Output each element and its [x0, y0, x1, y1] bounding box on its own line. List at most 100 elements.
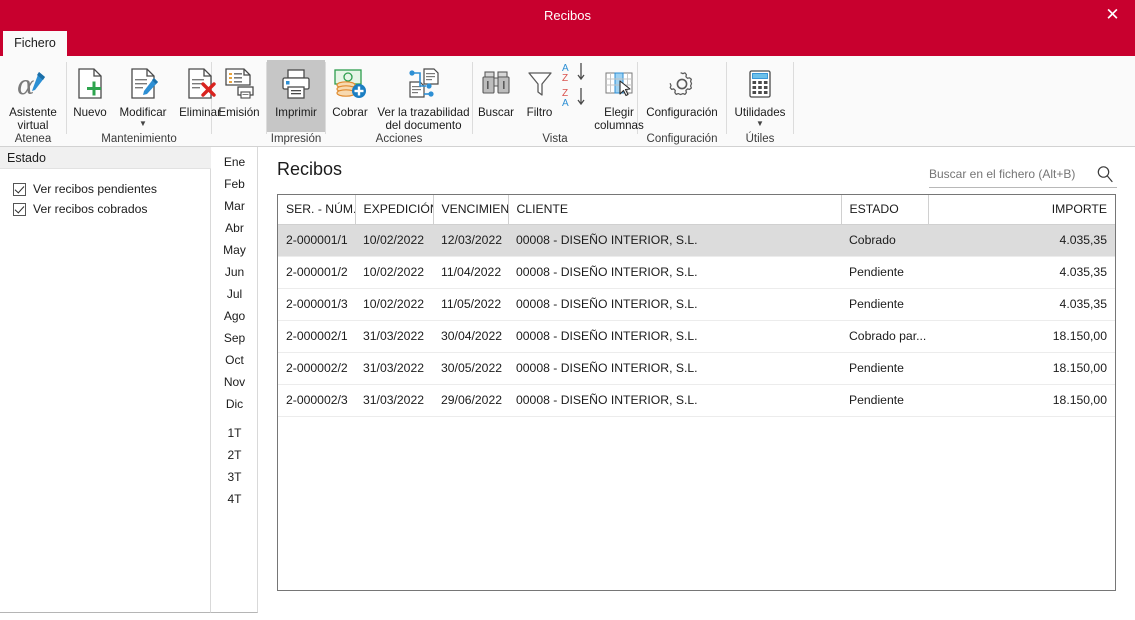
ribbon-group-mantenimiento: Nuevo Modificar ▼ Eliminar Mantenimiento	[67, 56, 221, 147]
period-item-may[interactable]: May	[211, 242, 258, 258]
main-content: Recibos SER. - NÚM. EXPEDICIÓN	[258, 147, 1135, 620]
ribbon-group-label: Atenea	[14, 133, 52, 145]
gear-icon	[665, 64, 699, 104]
cell-importe: 18.150,00	[928, 352, 1115, 385]
receipts-grid[interactable]: SER. - NÚM. EXPEDICIÓN VENCIMIEN... CLIE…	[277, 194, 1116, 591]
column-header-importe[interactable]: IMPORTE	[928, 195, 1115, 225]
table-row[interactable]: 2-000001/2 10/02/2022 11/04/2022 00008 -…	[278, 256, 1115, 289]
filter-panel-header: Estado	[0, 147, 211, 169]
period-item-4t[interactable]: 4T	[211, 491, 258, 507]
ribbon-separator	[793, 62, 794, 134]
search-icon[interactable]	[1095, 164, 1115, 189]
cell-cliente: 00008 - DISEÑO INTERIOR, S.L.	[508, 320, 841, 353]
cell-estado: Cobrado par...	[841, 320, 928, 353]
period-item-ene[interactable]: Ene	[211, 154, 258, 170]
sort-az-za-icon: A Z Z A	[561, 60, 591, 116]
ribbon-button-nuevo[interactable]: Nuevo	[67, 60, 113, 119]
period-item-oct[interactable]: Oct	[211, 352, 258, 368]
binoculars-icon	[479, 64, 513, 104]
filter-panel: Estado Ver recibos pendientes Ver recibo…	[0, 147, 211, 613]
period-item-ago[interactable]: Ago	[211, 308, 258, 324]
checkbox-ver-recibos-cobrados[interactable]: Ver recibos cobrados	[13, 202, 148, 216]
period-item-1t[interactable]: 1T	[211, 425, 258, 441]
checkbox-ver-recibos-pendientes[interactable]: Ver recibos pendientes	[13, 182, 157, 196]
column-header-vencimiento[interactable]: VENCIMIEN...	[433, 195, 509, 225]
chevron-down-icon[interactable]: ▼	[139, 120, 147, 128]
cell-ser-num: 2-000002/1	[278, 320, 355, 353]
period-item-sep[interactable]: Sep	[211, 330, 258, 346]
ribbon-button-configuracion[interactable]: Configuración	[638, 60, 726, 119]
checkbox-icon[interactable]	[13, 182, 26, 196]
ribbon-button-modificar[interactable]: Modificar ▼	[114, 60, 172, 128]
cell-cliente: 00008 - DISEÑO INTERIOR, S.L.	[508, 352, 841, 385]
period-item-abr[interactable]: Abr	[211, 220, 258, 236]
table-row[interactable]: 2-000002/2 31/03/2022 30/05/2022 00008 -…	[278, 352, 1115, 385]
cell-importe: 4.035,35	[928, 224, 1115, 257]
period-item-3t[interactable]: 3T	[211, 469, 258, 485]
period-item-feb[interactable]: Feb	[211, 176, 258, 192]
period-item-2t[interactable]: 2T	[211, 447, 258, 463]
tab-fichero[interactable]: Fichero	[3, 31, 67, 56]
cell-importe: 18.150,00	[928, 384, 1115, 417]
ribbon-button-utilidades[interactable]: Utilidades ▼	[727, 60, 793, 128]
cell-vencimiento: 11/05/2022	[433, 288, 508, 321]
ribbon-button-buscar[interactable]: Buscar	[473, 60, 519, 119]
cell-estado: Pendiente	[841, 288, 928, 321]
ribbon-button-cobrar[interactable]: Cobrar	[326, 60, 374, 119]
choose-columns-icon	[602, 64, 636, 104]
money-coins-plus-icon	[332, 64, 368, 104]
column-header-cliente[interactable]: CLIENTE	[508, 195, 842, 225]
ribbon-group-label: Mantenimiento	[101, 133, 177, 145]
period-strip: Ene Feb Mar Abr May Jun Jul Ago Sep Oct …	[211, 147, 258, 613]
cell-estado: Pendiente	[841, 384, 928, 417]
ribbon-toolbar: α Asistente virtual Atenea Nuevo Modific…	[0, 56, 1135, 147]
column-header-estado[interactable]: ESTADO	[841, 195, 929, 225]
cell-ser-num: 2-000001/3	[278, 288, 355, 321]
table-row[interactable]: 2-000002/3 31/03/2022 29/06/2022 00008 -…	[278, 384, 1115, 417]
cell-cliente: 00008 - DISEÑO INTERIOR, S.L.	[508, 224, 841, 257]
chevron-down-icon[interactable]: ▼	[756, 120, 764, 128]
ribbon-button-label: Nuevo	[73, 106, 107, 119]
ribbon-button-ordenar[interactable]: A Z Z A	[560, 60, 592, 116]
receipts-table: SER. - NÚM. EXPEDICIÓN VENCIMIEN... CLIE…	[278, 195, 1115, 417]
ribbon-group-utiles: Utilidades ▼ Útiles	[727, 56, 793, 147]
ribbon-group-label: Impresión	[270, 133, 322, 145]
table-row[interactable]: 2-000001/3 10/02/2022 11/05/2022 00008 -…	[278, 288, 1115, 321]
alpha-pen-icon: α	[15, 64, 51, 104]
checkbox-icon[interactable]	[13, 202, 26, 216]
search-input[interactable]	[929, 162, 1079, 186]
cell-expedicion: 10/02/2022	[355, 288, 433, 321]
ribbon-button-label: Configuración	[646, 106, 718, 119]
ribbon-group-label: Útiles	[745, 133, 775, 145]
ribbon-button-emision[interactable]: Emisión	[212, 60, 266, 119]
column-header-expedicion[interactable]: EXPEDICIÓN	[355, 195, 434, 225]
funnel-icon	[525, 64, 555, 104]
tab-strip: Fichero	[0, 31, 1135, 56]
table-row[interactable]: 2-000002/1 31/03/2022 30/04/2022 00008 -…	[278, 320, 1115, 353]
ribbon-group-emision: Emisión	[212, 56, 266, 147]
ribbon-group-vista: Buscar Filtro A Z Z A Elegir columnas Vi…	[473, 56, 644, 147]
ribbon-button-label: Modificar	[119, 106, 167, 119]
cell-estado: Pendiente	[841, 256, 928, 289]
table-row[interactable]: 2-000001/1 10/02/2022 12/03/2022 00008 -…	[278, 224, 1115, 257]
period-item-jul[interactable]: Jul	[211, 286, 258, 302]
column-header-ser-num[interactable]: SER. - NÚM.	[278, 195, 356, 225]
search-box	[929, 162, 1117, 188]
ribbon-group-label: Acciones	[375, 133, 423, 145]
period-item-nov[interactable]: Nov	[211, 374, 258, 390]
ribbon-button-filtro[interactable]: Filtro	[520, 60, 559, 119]
document-print-icon	[222, 64, 256, 104]
svg-text:Z: Z	[562, 73, 568, 84]
application-window: Recibos ✕ Fichero α Asistente virtual At…	[0, 0, 1135, 620]
ribbon-button-label: Imprimir	[275, 106, 317, 119]
page-title: Recibos	[277, 159, 343, 179]
cell-cliente: 00008 - DISEÑO INTERIOR, S.L.	[508, 288, 841, 321]
period-item-mar[interactable]: Mar	[211, 198, 258, 214]
close-icon[interactable]: ✕	[1090, 0, 1135, 31]
period-item-jun[interactable]: Jun	[211, 264, 258, 280]
cell-importe: 18.150,00	[928, 320, 1115, 353]
ribbon-button-ver-trazabilidad[interactable]: Ver la trazabilidad del documento	[375, 60, 472, 132]
ribbon-button-imprimir[interactable]: Imprimir	[267, 60, 325, 132]
period-item-dic[interactable]: Dic	[211, 396, 258, 412]
ribbon-button-asistente-virtual[interactable]: α Asistente virtual	[3, 60, 63, 132]
